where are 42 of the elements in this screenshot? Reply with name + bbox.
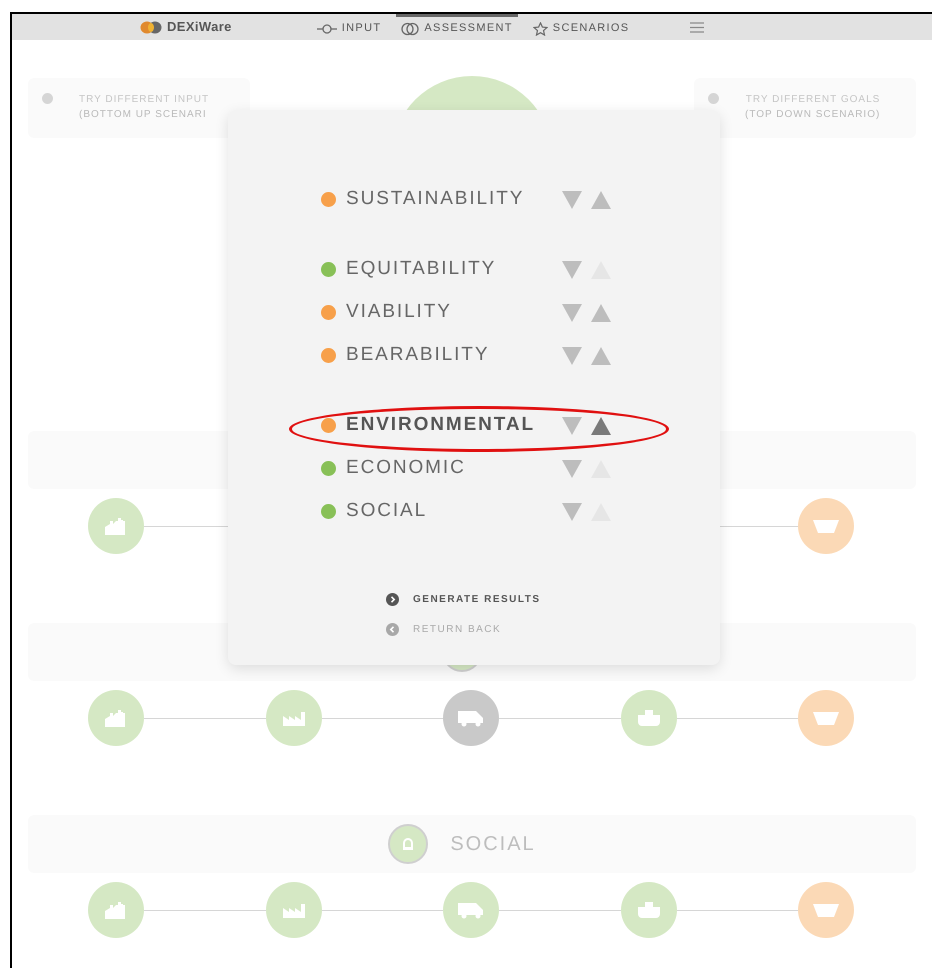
nav-tab[interactable]: ASSESSMENT <box>396 14 518 40</box>
nav-tab[interactable]: INPUT <box>312 14 386 40</box>
brand-name: DEXiWare <box>167 18 232 36</box>
bowl-icon <box>812 902 840 918</box>
decrease-arrow-icon[interactable] <box>562 416 582 434</box>
star-icon <box>532 22 548 36</box>
card-subtitle: (BOTTOM UP SCENARI <box>79 108 208 122</box>
criterion-label[interactable]: SUSTAINABILITY <box>346 185 560 214</box>
nav-tab[interactable]: SCENARIOS <box>528 14 634 40</box>
logo-icon <box>140 20 162 34</box>
chevron-right-icon <box>386 593 399 606</box>
chevron-left-icon <box>386 623 399 636</box>
decrease-arrow-icon[interactable] <box>562 190 582 208</box>
increase-arrow-icon[interactable] <box>591 190 611 208</box>
factory-icon <box>280 709 306 727</box>
bowl-icon <box>812 710 840 726</box>
ship-icon <box>636 900 662 920</box>
criterion-label[interactable]: ECONOMIC <box>346 454 560 483</box>
criterion-label[interactable]: SOCIAL <box>346 497 560 526</box>
increase-arrow-icon[interactable] <box>591 304 611 322</box>
card-subtitle: (TOP DOWN SCENARIO) <box>745 108 880 122</box>
criterion-label[interactable]: VIABILITY <box>346 298 560 327</box>
decrease-arrow-icon[interactable] <box>562 304 582 322</box>
decrease-arrow-icon[interactable] <box>562 502 582 520</box>
criterion-label[interactable]: BEARABILITY <box>346 341 560 370</box>
increase-arrow-icon[interactable] <box>591 346 611 364</box>
decrease-arrow-icon[interactable] <box>562 346 582 364</box>
criterion-label[interactable]: EQUITABILITY <box>346 255 560 284</box>
dialog-action-link[interactable]: GENERATE RESULTS <box>386 591 720 608</box>
bowl-icon <box>812 518 840 534</box>
section-title: SOCIAL <box>450 832 536 857</box>
criterion-label[interactable]: ENVIRONMENTAL <box>346 411 560 440</box>
menu-icon[interactable] <box>690 22 704 32</box>
ship-icon <box>636 708 662 728</box>
decrease-arrow-icon[interactable] <box>562 460 582 478</box>
van-icon <box>456 900 486 920</box>
increase-arrow-icon[interactable] <box>591 416 611 434</box>
factory-icon <box>280 901 306 919</box>
decrease-arrow-icon[interactable] <box>562 260 582 278</box>
van-icon <box>456 708 486 728</box>
node-icon <box>316 22 337 34</box>
rings-icon <box>401 22 420 36</box>
